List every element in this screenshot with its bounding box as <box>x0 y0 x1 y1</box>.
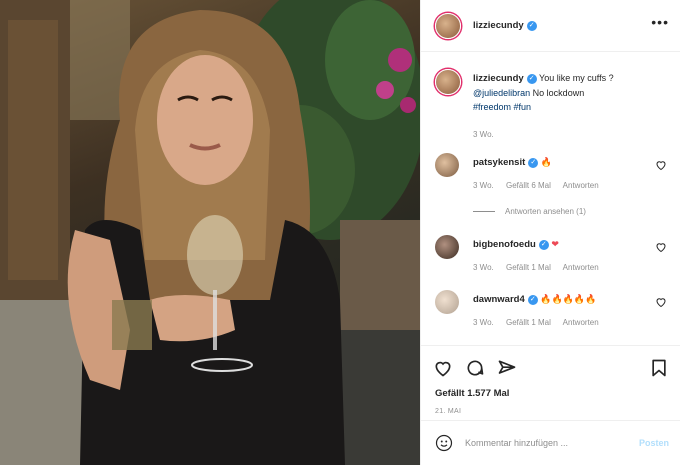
caption-text: You like my cuffs ? <box>539 73 614 83</box>
caption-row: lizziecundy ✓ You like my cuffs ? @julied… <box>435 69 667 149</box>
commenter-avatar[interactable] <box>435 290 459 314</box>
caption-time[interactable]: 3 Wo. <box>473 130 494 139</box>
post-date[interactable]: 21. MAI <box>435 408 461 415</box>
comment-username[interactable]: patsykensit <box>473 157 525 168</box>
comment-input[interactable] <box>465 438 625 448</box>
comment-time[interactable]: 3 Wo. <box>473 181 494 190</box>
caption-mention[interactable]: @juliedelibran <box>473 88 530 98</box>
caption-body: lizziecundy ✓ You like my cuffs ? @julied… <box>473 71 649 142</box>
comment-time[interactable]: 3 Wo. <box>473 318 494 327</box>
comment-body: patsykensit ✓ 🔥 3 Wo. Gefällt 6 Mal Antwo… <box>473 155 649 219</box>
comment-likes[interactable]: Gefällt 1 Mal <box>506 263 551 272</box>
heart-outline-icon[interactable] <box>655 241 667 253</box>
reply-button[interactable]: Antworten <box>563 181 599 190</box>
comment-likes[interactable]: Gefällt 1 Mal <box>506 318 551 327</box>
author-username[interactable]: lizziecundy <box>473 20 524 31</box>
comment-text: 🔥🔥🔥🔥🔥 <box>540 294 597 304</box>
post-side-panel: lizziecundy ✓ ••• lizziecundy ✓ You like … <box>420 0 680 465</box>
comment-time[interactable]: 3 Wo. <box>473 263 494 272</box>
reply-button[interactable]: Antworten <box>563 263 599 272</box>
hashtag-freedom[interactable]: #freedom <box>473 102 511 112</box>
comment-row: dawnward4 ✓ 🔥🔥🔥🔥🔥 3 Wo. Gefällt 1 Mal Ant… <box>435 290 667 334</box>
verified-badge-icon: ✓ <box>528 157 539 168</box>
photo-illustration <box>0 0 420 465</box>
bookmark-icon[interactable] <box>649 358 669 378</box>
reply-divider <box>473 211 495 213</box>
caption-username[interactable]: lizziecundy <box>473 73 524 84</box>
view-replies[interactable]: Antworten ansehen (1) <box>473 205 649 219</box>
verified-badge-icon: ✓ <box>527 294 538 305</box>
post-photo[interactable] <box>0 0 420 465</box>
comment-bubble-icon[interactable] <box>465 358 485 378</box>
post-header: lizziecundy ✓ ••• <box>421 0 680 52</box>
comment-row: patsykensit ✓ 🔥 3 Wo. Gefällt 6 Mal Antwo… <box>435 153 667 219</box>
emoji-smiley-icon[interactable] <box>435 434 453 452</box>
comment-row: bigbenofoedu ✓ ❤ 3 Wo. Gefällt 1 Mal Antw… <box>435 235 667 279</box>
more-options-icon[interactable]: ••• <box>651 14 669 30</box>
comment-meta: 3 Wo. Gefällt 6 Mal Antworten <box>473 179 649 193</box>
comment-body: bigbenofoedu ✓ ❤ 3 Wo. Gefällt 1 Mal Antw… <box>473 237 649 275</box>
verified-badge-icon: ✓ <box>526 20 537 31</box>
verified-badge-icon: ✓ <box>526 73 537 84</box>
caption-avatar[interactable] <box>435 69 461 95</box>
share-send-icon[interactable] <box>497 358 517 378</box>
commenter-avatar[interactable] <box>435 153 459 177</box>
comment-username[interactable]: bigbenofoedu <box>473 239 536 250</box>
heart-outline-icon[interactable] <box>655 159 667 171</box>
comment-likes[interactable]: Gefällt 6 Mal <box>506 181 551 190</box>
comment-text: 🔥 <box>540 157 553 167</box>
like-heart-icon[interactable] <box>433 358 453 378</box>
post-comment-button[interactable]: Posten <box>639 438 669 448</box>
view-replies-label[interactable]: Antworten ansehen (1) <box>505 207 586 216</box>
comment-username[interactable]: dawnward4 <box>473 294 525 305</box>
author-avatar[interactable] <box>435 12 461 39</box>
caption-text-after: No lockdown <box>530 88 585 98</box>
comment-meta: 3 Wo. Gefällt 1 Mal Antworten <box>473 261 649 275</box>
comment-composer: Posten <box>421 420 680 465</box>
comments-list[interactable]: lizziecundy ✓ You like my cuffs ? @julied… <box>421 53 680 343</box>
heart-outline-icon[interactable] <box>655 296 667 308</box>
comment-text: ❤ <box>551 239 559 249</box>
like-count[interactable]: Gefällt 1.577 Mal <box>435 388 509 399</box>
reply-button[interactable]: Antworten <box>563 318 599 327</box>
hashtag-fun[interactable]: #fun <box>514 102 532 112</box>
comment-body: dawnward4 ✓ 🔥🔥🔥🔥🔥 3 Wo. Gefällt 1 Mal Ant… <box>473 292 649 330</box>
caption-meta: 3 Wo. <box>473 128 649 142</box>
commenter-avatar[interactable] <box>435 235 459 259</box>
verified-badge-icon: ✓ <box>538 239 549 250</box>
instagram-post-modal: lizziecundy ✓ ••• lizziecundy ✓ You like … <box>0 0 680 465</box>
comment-meta: 3 Wo. Gefällt 1 Mal Antworten <box>473 316 649 330</box>
